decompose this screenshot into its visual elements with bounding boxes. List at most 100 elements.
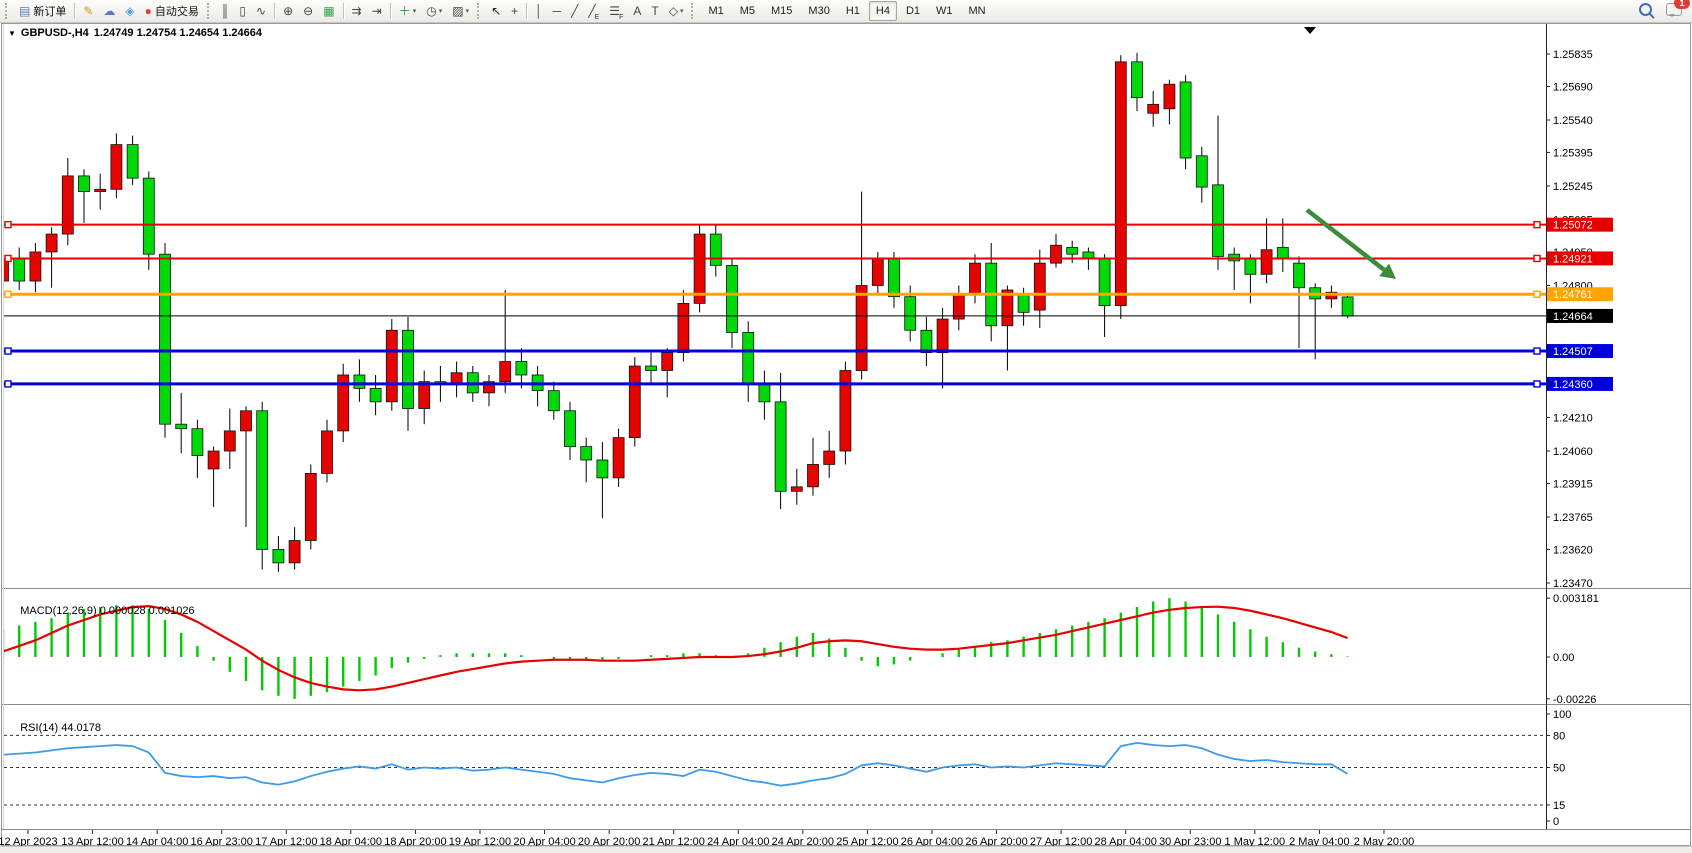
macd-scale-label: -0.00226 bbox=[1553, 694, 1596, 706]
crosshair-icon: + bbox=[511, 5, 518, 17]
price-line-label-text: 1.24761 bbox=[1553, 289, 1593, 301]
label-icon: T bbox=[651, 5, 658, 17]
chevron-down-icon: ▾ bbox=[680, 7, 684, 15]
cursor-button[interactable]: ↖ bbox=[487, 0, 505, 22]
channel-icon: ╱ bbox=[588, 5, 595, 17]
macd-scale-label: 0.003181 bbox=[1553, 593, 1599, 605]
crosshair-button[interactable]: + bbox=[507, 0, 522, 22]
arrows-button[interactable]: ◇▾ bbox=[665, 0, 688, 22]
timeframe-button-w1[interactable]: W1 bbox=[929, 1, 960, 21]
bar-chart-button[interactable]: ║ bbox=[217, 0, 234, 22]
new-order-button[interactable]: ▤新订单 bbox=[15, 0, 70, 22]
price-line-label-text: 1.24507 bbox=[1553, 346, 1593, 358]
chevron-down-icon: ▾ bbox=[466, 7, 470, 15]
publisher-button[interactable]: ☁ bbox=[99, 0, 119, 22]
date-tick-label: 18 Apr 20:00 bbox=[384, 836, 446, 846]
rsi-scale-label: 80 bbox=[1553, 730, 1565, 742]
tile-windows-icon: ▦ bbox=[323, 5, 334, 17]
timeframe-button-d1[interactable]: D1 bbox=[899, 1, 927, 21]
channel-button[interactable]: ╱E bbox=[584, 0, 603, 22]
chart-shift-button[interactable]: ⇥ bbox=[368, 0, 386, 22]
date-tick-label: 2 May 04:00 bbox=[1289, 836, 1350, 846]
toolbar-grip bbox=[477, 3, 482, 19]
trendline-icon: ╱ bbox=[571, 5, 578, 17]
notifications-button[interactable]: 1 bbox=[1666, 3, 1682, 19]
zoom-in-button[interactable]: ⊕ bbox=[279, 0, 297, 22]
tile-windows-button[interactable]: ▦ bbox=[319, 0, 338, 22]
auto-trading-button-label: 自动交易 bbox=[155, 3, 199, 19]
label-button[interactable]: T bbox=[647, 0, 662, 22]
indicators-button[interactable]: ＋▾ bbox=[395, 0, 421, 22]
zoom-out-button[interactable]: ⊖ bbox=[299, 0, 317, 22]
toolbar-separator bbox=[526, 3, 527, 19]
timeframe-button-m1[interactable]: M1 bbox=[701, 1, 730, 21]
bar-chart-icon: ║ bbox=[221, 5, 230, 17]
price-line-label: 1.24360 bbox=[1547, 377, 1613, 391]
line-handle[interactable] bbox=[1534, 291, 1540, 297]
templates-icon: ▨ bbox=[452, 5, 463, 17]
date-tick-label: 19 Apr 12:00 bbox=[449, 836, 511, 846]
trendline-button[interactable]: ╱ bbox=[567, 0, 582, 22]
price-tick-label: 1.23620 bbox=[1553, 544, 1593, 556]
publisher-icon: ☁ bbox=[103, 5, 115, 17]
templates-button[interactable]: ▨▾ bbox=[448, 0, 473, 22]
toolbar-grip bbox=[5, 3, 10, 19]
timeframe-button-m30[interactable]: M30 bbox=[801, 1, 836, 21]
line-chart-icon: ∿ bbox=[256, 5, 266, 17]
line-handle[interactable] bbox=[5, 255, 11, 261]
timeframe-button-m15[interactable]: M15 bbox=[764, 1, 799, 21]
new-order-icon: ▤ bbox=[19, 5, 30, 17]
candlestick-chart-button[interactable]: ▯ bbox=[235, 0, 250, 22]
date-tick-label: 25 Apr 12:00 bbox=[836, 836, 898, 846]
price-tick-label: 1.25690 bbox=[1553, 81, 1593, 93]
timeframe-button-m5[interactable]: M5 bbox=[733, 1, 762, 21]
macd-scale-label: 0.00 bbox=[1553, 652, 1574, 664]
date-tick-label: 28 Apr 04:00 bbox=[1094, 836, 1156, 846]
timeframe-button-h1[interactable]: H1 bbox=[839, 1, 867, 21]
horizontal-line-button[interactable]: ─ bbox=[549, 0, 566, 22]
text-button[interactable]: A bbox=[629, 0, 645, 22]
line-handle[interactable] bbox=[1534, 381, 1540, 387]
notification-badge: 1 bbox=[1674, 0, 1690, 9]
date-tick-label: 26 Apr 20:00 bbox=[965, 836, 1027, 846]
line-handle[interactable] bbox=[5, 348, 11, 354]
chevron-down-icon: ▾ bbox=[439, 7, 443, 15]
auto-scroll-button[interactable]: ⇉ bbox=[348, 0, 366, 22]
line-handle[interactable] bbox=[5, 291, 11, 297]
toolbar-separator bbox=[343, 3, 344, 19]
price-line-label-text: 1.24664 bbox=[1553, 311, 1593, 323]
line-handle[interactable] bbox=[1534, 348, 1540, 354]
rsi-scale-label: 100 bbox=[1553, 709, 1571, 721]
timeframe-button-mn[interactable]: MN bbox=[962, 1, 993, 21]
fibonacci-button[interactable]: ☰F bbox=[605, 0, 627, 22]
date-tick-label: 16 Apr 23:00 bbox=[191, 836, 253, 846]
price-line-label-text: 1.24921 bbox=[1553, 253, 1593, 265]
date-tick-label: 13 Apr 12:00 bbox=[61, 836, 123, 846]
price-tick-label: 1.23470 bbox=[1553, 578, 1593, 590]
date-tick-label: 27 Apr 12:00 bbox=[1030, 836, 1092, 846]
rsi-scale-label: 50 bbox=[1553, 763, 1565, 775]
line-chart-button[interactable]: ∿ bbox=[252, 0, 270, 22]
styler-button[interactable]: ✎ bbox=[79, 0, 97, 22]
signals-button[interactable]: ◈ bbox=[121, 0, 138, 22]
rsi-scale-label: 0 bbox=[1553, 816, 1559, 828]
periods-button[interactable]: ◷▾ bbox=[422, 0, 446, 22]
text-icon: A bbox=[633, 5, 641, 17]
line-handle[interactable] bbox=[1534, 222, 1540, 228]
timeframe-button-h4[interactable]: H4 bbox=[869, 1, 897, 21]
line-handle[interactable] bbox=[1534, 255, 1540, 261]
vertical-line-button[interactable]: │ bbox=[531, 0, 547, 22]
auto-trading-button[interactable]: ●自动交易 bbox=[141, 0, 203, 22]
zoom-in-icon: ⊕ bbox=[283, 5, 293, 17]
line-handle[interactable] bbox=[5, 222, 11, 228]
price-tick-label: 1.24060 bbox=[1553, 446, 1593, 458]
search-icon bbox=[1639, 3, 1652, 16]
chart-canvas[interactable]: 1.258351.256901.255401.253951.252451.250… bbox=[0, 23, 1692, 846]
search-button[interactable] bbox=[1639, 3, 1652, 19]
date-tick-label: 1 May 12:00 bbox=[1225, 836, 1286, 846]
price-line-label: 1.25072 bbox=[1547, 218, 1613, 232]
price-line-label: 1.24507 bbox=[1547, 344, 1613, 358]
indicators-icon: ＋ bbox=[399, 5, 411, 17]
date-tick-label: 26 Apr 04:00 bbox=[901, 836, 963, 846]
line-handle[interactable] bbox=[5, 381, 11, 387]
